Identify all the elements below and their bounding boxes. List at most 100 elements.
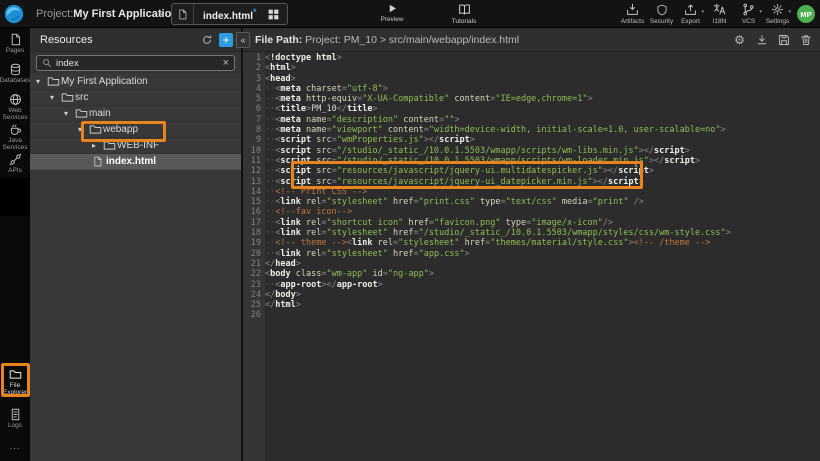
resources-search-row: × [30,52,241,74]
topbar-item-artifacts[interactable]: Artifacts [618,3,647,25]
tree-item-label: webapp [103,124,138,135]
topbar-item-vcs[interactable]: ▾VCS [734,3,763,25]
sidebar-item-java-services[interactable]: Java Services [0,123,30,153]
breadcrumb-chevron-icon: › [158,5,163,21]
caret-down-icon[interactable]: ▾ [36,77,47,86]
sidebar-item-logs[interactable]: Logs [0,408,30,429]
user-avatar[interactable]: MP [797,5,815,23]
code-line-3[interactable]: <head> [265,74,820,84]
tree-item-main[interactable]: ▾ main [30,106,241,122]
grid-view-icon[interactable] [261,4,287,24]
sidebar-item-pages[interactable]: Pages [0,33,30,63]
topbar-item-export[interactable]: ▾Export [676,3,705,25]
i18n-icon [713,3,726,16]
caret-down-icon[interactable]: ▾ [50,93,61,102]
tutorials-button[interactable]: Tutorials [445,3,483,25]
tree-item-src[interactable]: ▾ src [30,90,241,106]
code-line-4[interactable]: ··<meta charset="utf-8"> [265,84,820,94]
code-line-9[interactable]: ··<script src="wmProperties.js"></script… [265,135,820,145]
tree-item-webapp[interactable]: ▾ webapp [30,122,241,138]
resources-title: Resources [40,34,199,46]
code-line-2[interactable]: <html> [265,63,820,73]
caret-down-icon[interactable]: ▾ [78,125,89,134]
search-input[interactable] [56,58,223,69]
logs-icon [9,408,22,421]
code-line-13[interactable]: ··<script src="resources/javascript/jque… [265,177,820,187]
tree-item-label: main [89,108,111,119]
artifacts-icon [626,3,639,16]
app-logo-icon[interactable] [3,3,25,25]
code-line-26[interactable] [265,310,820,320]
tab-file-name: index.html* [194,7,261,22]
code-content[interactable]: <!doctype html><html><head>··<meta chars… [265,52,820,461]
code-line-5[interactable]: ··<meta http-equiv="X-UA-Compatible" con… [265,94,820,104]
add-resource-button[interactable]: + [219,33,233,47]
globe-icon [9,93,22,106]
code-line-24[interactable]: </body> [265,290,820,300]
code-line-15[interactable]: ··<link rel="stylesheet" href="print.css… [265,197,820,207]
code-line-8[interactable]: ··<meta name="viewport" content="width=d… [265,125,820,135]
code-line-21[interactable]: </head> [265,259,820,269]
sidebar-item-web-services[interactable]: Web Services [0,93,30,123]
topbar-actions: ArtifactsSecurity▾ExportI18N▾VCS▾Setting… [618,3,792,25]
file-path-actions: ⚙ [733,28,812,52]
folder-icon [47,75,61,88]
export-icon [684,3,697,16]
search-box: × [36,55,235,71]
search-icon [42,58,52,68]
file-tree: ▾My First Application▾src▾main▾webapp▸WE… [30,74,241,170]
security-icon [656,4,668,16]
refresh-icon[interactable] [199,32,215,48]
tree-item-label: My First Application [61,76,148,87]
code-line-14[interactable]: ··<!-- Print CSS --> [265,187,820,197]
settings-gear-icon[interactable]: ⚙ [733,34,746,47]
code-line-16[interactable]: ··<!--fav icon--> [265,207,820,217]
modified-indicator: * [253,7,257,17]
code-line-7[interactable]: ··<meta name="description" content=""> [265,115,820,125]
sidebar-item-file-explorer[interactable]: File Explorer [0,368,30,396]
topbar-item-settings[interactable]: ▾Settings [763,3,792,25]
tree-item-web-inf[interactable]: ▸ WEB-INF [30,138,241,154]
save-icon[interactable] [777,34,790,47]
code-line-25[interactable]: </html> [265,300,820,310]
open-file-tab[interactable]: index.html* [171,3,288,25]
code-line-10[interactable]: ··<script src="/studio/_static_/10.0.1.5… [265,146,820,156]
chevron-down-icon: ▾ [701,9,704,15]
delete-icon[interactable] [799,34,812,47]
database-icon [9,63,22,76]
sidebar-item-databases[interactable]: Databases [0,63,30,93]
chevron-down-icon: ▾ [788,9,791,15]
caret-down-icon[interactable]: ▾ [64,109,75,118]
code-line-23[interactable]: ··<app-root></app-root> [265,280,820,290]
code-line-6[interactable]: ··<title>PM_10</title> [265,104,820,114]
sidebar-more-button[interactable]: ... [0,441,30,451]
code-line-1[interactable]: <!doctype html> [265,53,820,63]
tree-item-my-first-application[interactable]: ▾ My First Application [30,74,241,90]
tree-item-label: index.html [106,156,156,167]
code-line-17[interactable]: ··<link rel="shortcut icon" href="favico… [265,218,820,228]
line-number-gutter: 1234567891011121314151617181920212223242… [243,52,265,461]
tree-item-index-html[interactable]: index.html [30,154,241,170]
code-editor[interactable]: 1234567891011121314151617181920212223242… [243,52,820,461]
clear-search-icon[interactable]: × [223,58,229,68]
download-icon[interactable] [755,34,768,47]
tree-item-label: src [75,92,88,103]
file-path-bar: File Path: Project: PM_10 > src/main/web… [243,28,820,52]
tree-item-label: WEB-INF [117,140,159,151]
page-icon [9,33,22,46]
code-line-20[interactable]: ··<link rel="stylesheet" href="app.css"> [265,249,820,259]
topbar-item-i18n[interactable]: I18N [705,3,734,25]
topbar-item-security[interactable]: Security [647,3,676,25]
code-line-22[interactable]: <body class="wm-app" id="ng-app"> [265,269,820,279]
code-line-11[interactable]: ··<script src="/studio/_static_/10.0.1.5… [265,156,820,166]
caret-right-icon[interactable]: ▸ [92,141,103,150]
resources-header: Resources + « [30,28,241,52]
code-line-19[interactable]: ··<!-- theme --><link rel="stylesheet" h… [265,238,820,248]
collapse-panel-button[interactable]: « [236,32,250,48]
folder-icon [9,368,22,381]
preview-button[interactable]: Preview [373,3,411,23]
code-line-12[interactable]: ··<script src="resources/javascript/jque… [265,166,820,176]
code-line-18[interactable]: ··<link rel="stylesheet" href="/studio/_… [265,228,820,238]
rail-divider [0,178,30,216]
folder-icon [61,91,75,104]
